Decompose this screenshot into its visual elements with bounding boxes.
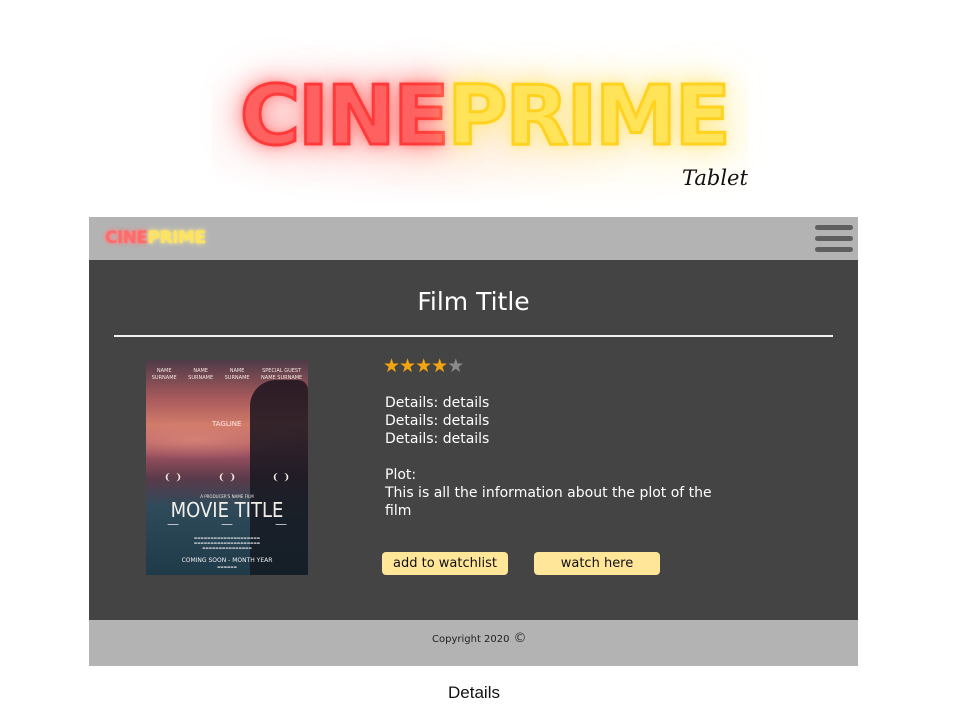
device-label: Tablet [682, 166, 748, 190]
laurel-icon: ❨ ❩ [164, 473, 182, 483]
poster-website: ▬▬▬▬▬▬ [217, 565, 237, 569]
movie-poster: NAME SURNAME NAME SURNAME NAME SURNAME SPEC… [146, 360, 308, 575]
hero-logo-prime: PRIME [446, 69, 732, 164]
plot-text: This is all the information about the pl… [385, 485, 712, 519]
detail-line: Details: details [385, 413, 490, 429]
detail-line: Details: details [385, 431, 490, 447]
menu-bar [815, 236, 853, 241]
film-details: Details: details Details: details Detail… [385, 394, 489, 448]
poster-credit: SPECIAL GUEST NAME SURNAME [261, 368, 303, 381]
plot-label: Plot: [385, 467, 417, 483]
page-caption: Details [448, 683, 500, 702]
copyright-text: Copyright 2020 [432, 634, 510, 645]
poster-fineprint: ▬▬▬▬▬▬▬▬▬▬▬▬▬▬▬▬▬▬▬▬ ▬▬▬▬▬▬▬▬▬▬▬▬▬▬▬▬▬▬▬▬… [193, 536, 261, 551]
menu-bar [815, 225, 853, 230]
poster-cast: ━━━━ ━━━━ ━━━━ [146, 523, 308, 528]
copyright-icon: © [513, 631, 527, 646]
hero-logo: CINEPRIME Tablet [212, 34, 748, 204]
poster-laurels: ❨ ❩ ❨ ❩ ❨ ❩ [146, 473, 308, 483]
poster-credit: NAME SURNAME [188, 368, 214, 381]
watch-here-button[interactable]: watch here [534, 552, 660, 575]
add-to-watchlist-button[interactable]: add to watchlist [382, 552, 508, 575]
poster-movie-title: MOVIE TITLE [170, 498, 284, 522]
poster-cast-line: ━━━━ [167, 523, 179, 528]
nav-logo-prime: PRIME [147, 228, 206, 248]
laurel-icon: ❨ ❩ [218, 473, 236, 483]
copyright: Copyright 2020 © [432, 631, 527, 646]
film-title: Film Title [417, 287, 530, 316]
nav-logo[interactable]: CINEPRIME [105, 228, 206, 248]
poster-credit: NAME SURNAME [224, 368, 250, 381]
tablet-frame: CINEPRIME Film Title NAME SURNAME NAME SUR… [89, 217, 858, 666]
rating-stars: ★★★★★ [383, 355, 464, 377]
detail-line: Details: details [385, 395, 490, 411]
menu-bar [815, 247, 853, 252]
star-filled-icon: ★ [399, 355, 416, 377]
star-filled-icon: ★ [431, 355, 448, 377]
poster-tagline: TAGLINE [212, 420, 242, 428]
laurel-icon: ❨ ❩ [272, 473, 290, 483]
hero-wordmark: CINEPRIME [238, 74, 732, 159]
footer: Copyright 2020 © [89, 620, 858, 666]
nav-logo-cine: CINE [105, 228, 148, 248]
poster-cast-line: ━━━━ [221, 523, 233, 528]
poster-credits: NAME SURNAME NAME SURNAME NAME SURNAME SPEC… [146, 368, 308, 381]
title-divider [114, 335, 833, 337]
poster-cast-line: ━━━━ [275, 523, 287, 528]
star-filled-icon: ★ [383, 355, 400, 377]
film-plot: Plot: This is all the information about … [385, 466, 715, 520]
poster-coming-soon: COMING SOON - MONTH YEAR [181, 557, 273, 564]
hero-logo-cine: CINE [238, 69, 450, 164]
star-filled-icon: ★ [415, 355, 432, 377]
star-empty-icon: ★ [447, 355, 464, 377]
hamburger-menu-icon[interactable] [815, 225, 853, 253]
poster-credit: NAME SURNAME [151, 368, 177, 381]
navbar: CINEPRIME [89, 217, 858, 260]
